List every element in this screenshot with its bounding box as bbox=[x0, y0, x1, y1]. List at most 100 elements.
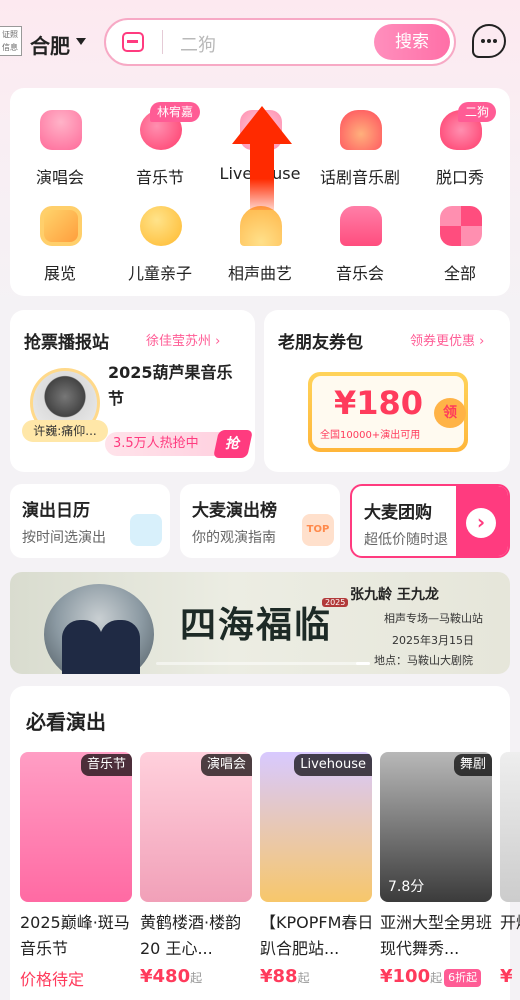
show-card[interactable]: 舞剧 7.8分 亚洲大型全男班现代舞秀... ¥100起 6折起 bbox=[380, 752, 492, 987]
show-card[interactable]: 开爆 ¥ bbox=[500, 752, 520, 987]
promo-subtitle-text: 领券更优惠 bbox=[410, 334, 476, 349]
show-poster[interactable] bbox=[500, 752, 520, 902]
category-label: 演唱会 bbox=[35, 168, 84, 187]
category-standup[interactable]: 二狗 脱口秀 bbox=[410, 92, 510, 187]
group-buy-card[interactable]: 大麦团购 超低价随时退 › bbox=[350, 484, 510, 558]
promo-subtitle[interactable]: 领券更优惠 › bbox=[410, 330, 484, 349]
category-classical[interactable]: 音乐会 bbox=[310, 188, 410, 283]
category-label: 话剧音乐剧 bbox=[319, 168, 400, 187]
show-card[interactable]: Livehouse 【KPOPFM春日趴合肥站... ¥88起 bbox=[260, 752, 374, 987]
coupon-description: 全国10000+演出可用 bbox=[320, 430, 421, 441]
must-see-section: 必看演出 音乐节 2025巅峰·斑马音乐节 价格待定 演唱会 黄鹤楼酒·楼韵20… bbox=[10, 686, 520, 1000]
show-name: 亚洲大型全男班现代舞秀... bbox=[380, 913, 493, 958]
price-value: ¥100 bbox=[380, 966, 431, 987]
show-name: 【KPOPFM春日趴合肥站... bbox=[260, 913, 374, 958]
category-exhibition[interactable]: 展览 bbox=[10, 188, 110, 283]
dot bbox=[493, 39, 497, 43]
arrow-right-icon: › bbox=[466, 508, 496, 538]
mini-card-title: 大麦演出榜 bbox=[192, 501, 277, 521]
performer-photo bbox=[44, 584, 154, 674]
show-name: 开爆 bbox=[500, 913, 520, 932]
show-poster[interactable]: 音乐节 bbox=[20, 752, 132, 902]
dot bbox=[481, 39, 485, 43]
show-category-tag: Livehouse bbox=[294, 754, 372, 776]
price-value: ¥480 bbox=[140, 966, 191, 987]
performer-figure bbox=[62, 620, 102, 674]
banner-venue: 相声专场—马鞍山站 bbox=[384, 612, 483, 625]
theater-icon bbox=[340, 110, 382, 150]
banner-pagination bbox=[156, 662, 370, 665]
show-name: 2025巅峰·斑马音乐节 bbox=[20, 913, 130, 958]
banner-date: 2025年3月15日 bbox=[392, 634, 474, 647]
category-badge: 林宥嘉 bbox=[150, 102, 201, 122]
coupon-amount: ¥180 bbox=[334, 384, 424, 422]
show-category-tag: 音乐节 bbox=[80, 754, 132, 776]
caret-down-icon[interactable] bbox=[76, 38, 86, 45]
discount-badge: 6折起 bbox=[444, 968, 482, 987]
banner-title: 四海福临 bbox=[180, 604, 333, 646]
show-price: ¥480起 bbox=[140, 966, 252, 987]
category-badge: 二狗 bbox=[458, 102, 497, 122]
top-badge-icon: TOP bbox=[302, 514, 334, 546]
header: 证照 信息 合肥 二狗 搜索 bbox=[0, 0, 520, 88]
show-category-tag: 舞剧 bbox=[453, 754, 492, 776]
ticket-broadcast-card[interactable]: 抢票播报站 徐佳莹苏州 › 许巍:痛仰... 2025葫芦果音乐节 3.5万人热… bbox=[10, 310, 255, 472]
pointer-arrow-icon bbox=[232, 106, 292, 210]
claim-coupon-button[interactable]: 领 bbox=[434, 398, 466, 428]
search-button[interactable]: 搜索 bbox=[374, 24, 450, 60]
fan-icon bbox=[240, 206, 282, 246]
category-drama[interactable]: 话剧音乐剧 bbox=[310, 92, 410, 187]
grid-icon bbox=[440, 206, 482, 246]
show-poster[interactable]: 舞剧 7.8分 bbox=[380, 752, 492, 902]
duck-icon bbox=[140, 206, 182, 246]
category-all[interactable]: 全部 bbox=[410, 188, 510, 283]
banner-place: 地点：马鞍山大剧院 bbox=[374, 654, 473, 667]
show-card[interactable]: 音乐节 2025巅峰·斑马音乐节 价格待定 bbox=[20, 752, 132, 990]
performer-figure bbox=[100, 620, 140, 674]
mini-card-subtitle: 超低价随时退 bbox=[364, 532, 448, 548]
search-bar[interactable]: 二狗 搜索 bbox=[104, 18, 456, 66]
mini-card-title: 大麦团购 bbox=[364, 503, 432, 523]
price-unit: 起 bbox=[190, 971, 203, 985]
promo-title: 抢票播报站 bbox=[24, 333, 109, 353]
show-price: 价格待定 bbox=[20, 966, 132, 990]
promo-banner[interactable]: 四海福临 张九龄 王九龙 2025 相声专场—马鞍山站 2025年3月15日 地… bbox=[10, 572, 510, 674]
event-name[interactable]: 2025葫芦果音乐节 bbox=[108, 360, 248, 412]
category-concert[interactable]: 演唱会 bbox=[10, 92, 110, 187]
coupon[interactable]: ¥180 全国10000+演出可用 领 bbox=[308, 372, 468, 452]
coupon-pack-card[interactable]: 老朋友券包 领券更优惠 › ¥180 全国10000+演出可用 领 bbox=[264, 310, 510, 472]
artist-tag: 许巍:痛仰... bbox=[22, 420, 108, 442]
category-music-festival[interactable]: 林宥嘉 音乐节 bbox=[110, 92, 210, 187]
scan-icon[interactable] bbox=[122, 32, 144, 52]
search-divider bbox=[162, 30, 163, 54]
microphone-icon bbox=[40, 110, 82, 150]
grab-ticket-button[interactable]: 抢 bbox=[213, 430, 253, 458]
section-title: 必看演出 bbox=[26, 710, 106, 734]
show-card[interactable]: 演唱会 黄鹤楼酒·楼韵20 王心... ¥480起 bbox=[140, 752, 252, 987]
picture-frame-icon bbox=[40, 206, 82, 246]
mini-card-subtitle: 按时间选演出 bbox=[22, 530, 106, 546]
category-kids[interactable]: 儿童亲子 bbox=[110, 188, 210, 283]
category-label: 儿童亲子 bbox=[127, 264, 192, 283]
price-unit: 起 bbox=[430, 971, 443, 985]
search-input[interactable]: 二狗 bbox=[180, 31, 216, 57]
price-value: ¥88 bbox=[260, 966, 298, 987]
license-info-button[interactable]: 证照 信息 bbox=[0, 26, 22, 56]
group-buy-arrow[interactable]: › bbox=[456, 486, 508, 556]
ranking-card[interactable]: 大麦演出榜 你的观演指南 TOP bbox=[180, 484, 340, 558]
show-poster[interactable]: Livehouse bbox=[260, 752, 372, 902]
message-icon[interactable] bbox=[472, 24, 506, 58]
promo-subtitle-text: 徐佳莹苏州 bbox=[146, 334, 212, 349]
piano-icon bbox=[340, 206, 382, 246]
chevron-right-icon: › bbox=[479, 334, 485, 349]
banner-year: 2025 bbox=[322, 598, 349, 607]
calendar-icon bbox=[130, 514, 162, 546]
license-line-1: 证照 bbox=[2, 30, 18, 39]
city-selector[interactable]: 合肥 bbox=[30, 30, 70, 59]
show-poster[interactable]: 演唱会 bbox=[140, 752, 252, 902]
dot bbox=[487, 39, 491, 43]
show-calendar-card[interactable]: 演出日历 按时间选演出 bbox=[10, 484, 170, 558]
promo-subtitle[interactable]: 徐佳莹苏州 › bbox=[146, 330, 220, 349]
category-label: 音乐会 bbox=[335, 264, 384, 283]
category-label: 相声曲艺 bbox=[227, 264, 292, 283]
